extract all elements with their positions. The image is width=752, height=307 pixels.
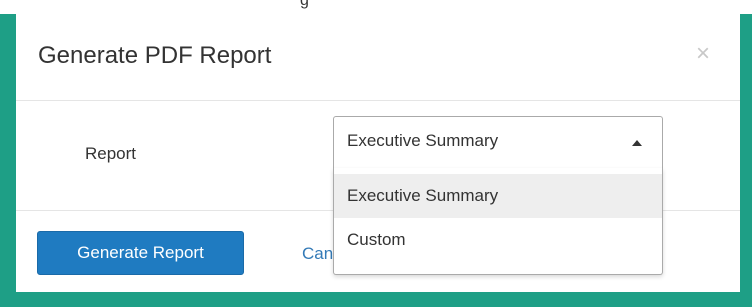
caret-up-icon	[632, 140, 642, 146]
report-field-label: Report	[85, 144, 137, 163]
generate-report-button[interactable]: Generate Report	[37, 231, 244, 275]
modal-header-divider	[16, 100, 740, 101]
dropdown-option-custom[interactable]: Custom	[334, 218, 662, 262]
dropdown-option-executive-summary[interactable]: Executive Summary	[334, 174, 662, 218]
report-select-value: Executive Summary	[347, 131, 499, 150]
close-icon[interactable]: ×	[696, 42, 710, 66]
page-background-strip: g	[0, 0, 752, 14]
report-select-dropdown: Executive Summary Custom	[333, 168, 663, 275]
report-select[interactable]: Executive Summary	[333, 116, 663, 168]
modal-title: Generate PDF Report	[38, 42, 272, 69]
page-heading-fragment: g	[300, 0, 309, 9]
